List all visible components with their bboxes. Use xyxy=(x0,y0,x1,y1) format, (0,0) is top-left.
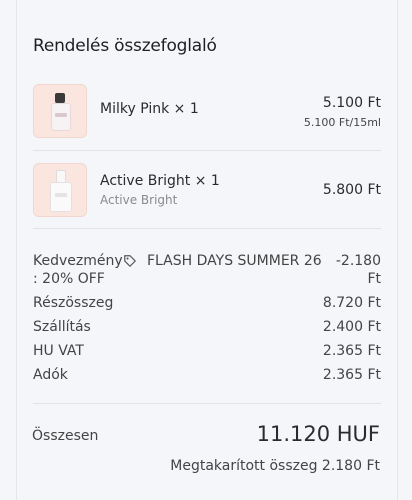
discount-code: FLASH DAYS SUMMER 26 xyxy=(147,253,322,269)
line-item: Milky Pink × 1 5.100 Ft 5.100 Ft/15ml xyxy=(33,84,381,138)
savings-amount: Megtakarított összeg 2.180 Ft xyxy=(170,458,380,474)
taxes-value: 2.365 Ft xyxy=(322,367,381,383)
discount-amount: -2.180 Ft xyxy=(335,253,381,287)
tag-icon xyxy=(124,255,136,267)
product-thumbnail xyxy=(33,84,87,138)
vat-label: HU VAT xyxy=(33,343,84,359)
order-summary-title: Rendelés összefoglaló xyxy=(33,36,217,56)
line-item: Active Bright × 1 Active Bright 5.800 Ft xyxy=(33,163,381,217)
item-price: 5.800 Ft xyxy=(322,182,381,198)
shipping-label: Szállítás xyxy=(33,319,91,335)
divider xyxy=(33,150,381,151)
discount-label: Kedvezmény : 20% OFF xyxy=(33,253,123,287)
divider xyxy=(33,228,381,229)
total-label: Összesen xyxy=(32,428,99,444)
item-unit-price: 5.100 Ft/15ml xyxy=(303,116,381,129)
shipping-value: 2.400 Ft xyxy=(322,319,381,335)
taxes-label: Adók xyxy=(33,367,68,383)
item-name: Milky Pink × 1 xyxy=(100,101,199,117)
divider xyxy=(33,403,381,404)
product-thumbnail xyxy=(33,163,87,217)
total-value: 11.120 HUF xyxy=(256,422,380,446)
subtotal-label: Részösszeg xyxy=(33,295,114,311)
subtotal-value: 8.720 Ft xyxy=(322,295,381,311)
perfume-bottle-icon xyxy=(55,93,65,103)
vat-value: 2.365 Ft xyxy=(322,343,381,359)
item-name: Active Bright × 1 xyxy=(100,173,220,189)
item-variant: Active Bright xyxy=(100,193,178,207)
item-price: 5.100 Ft xyxy=(322,95,381,111)
